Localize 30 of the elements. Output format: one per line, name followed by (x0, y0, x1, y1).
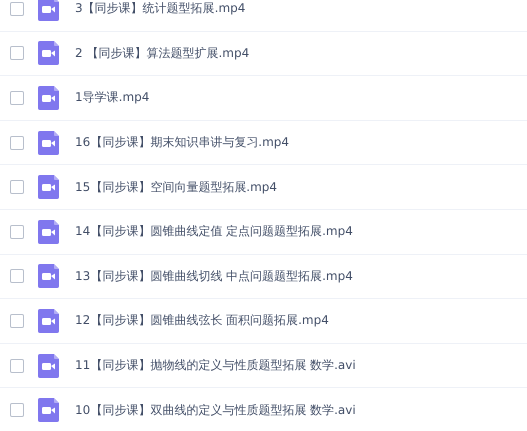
video-file-icon (38, 0, 59, 21)
video-file-icon (38, 130, 59, 155)
checkbox[interactable] (10, 136, 24, 150)
video-file-icon (38, 175, 59, 200)
checkbox[interactable] (10, 2, 24, 16)
checkbox[interactable] (10, 224, 24, 239)
checkbox[interactable] (10, 90, 24, 105)
checkbox[interactable] (10, 314, 24, 328)
file-name[interactable]: 15【同步课】空间向量题型拓展.mp4 (75, 178, 278, 196)
file-name[interactable]: 16【同步课】期末知识串讲与复习.mp4 (75, 134, 290, 152)
file-name[interactable]: 12【同步课】圆锥曲线弦长 面积问题拓展.mp4 (75, 312, 329, 330)
file-name[interactable]: 1导学课.mp4 (75, 89, 150, 106)
file-name[interactable]: 11【同步课】抛物线的定义与性质题型拓展 数学.avi (75, 357, 356, 374)
file-name[interactable]: 3【同步课】统计题型拓展.mp4 (75, 0, 246, 18)
checkbox[interactable] (10, 180, 24, 194)
file-name[interactable]: 14【同步课】圆锥曲线定值 定点问题题型拓展.mp4 (75, 223, 353, 240)
checkbox[interactable] (10, 269, 24, 284)
video-file-icon (38, 264, 59, 288)
video-file-icon (38, 398, 59, 422)
video-file-icon (38, 354, 59, 378)
file-name[interactable]: 2 【同步课】算法题型扩展.mp4 (75, 44, 250, 62)
checkbox[interactable] (10, 358, 24, 373)
file-name[interactable]: 10【同步课】双曲线的定义与性质题型拓展 数学.avi (75, 402, 356, 419)
video-file-icon (38, 41, 59, 66)
video-file-icon (38, 86, 59, 110)
checkbox[interactable] (10, 403, 24, 418)
video-file-icon (38, 308, 59, 333)
file-name[interactable]: 13【同步课】圆锥曲线切线 中点问题题型拓展.mp4 (75, 268, 353, 285)
video-file-icon (38, 220, 59, 244)
checkbox[interactable] (10, 46, 24, 60)
